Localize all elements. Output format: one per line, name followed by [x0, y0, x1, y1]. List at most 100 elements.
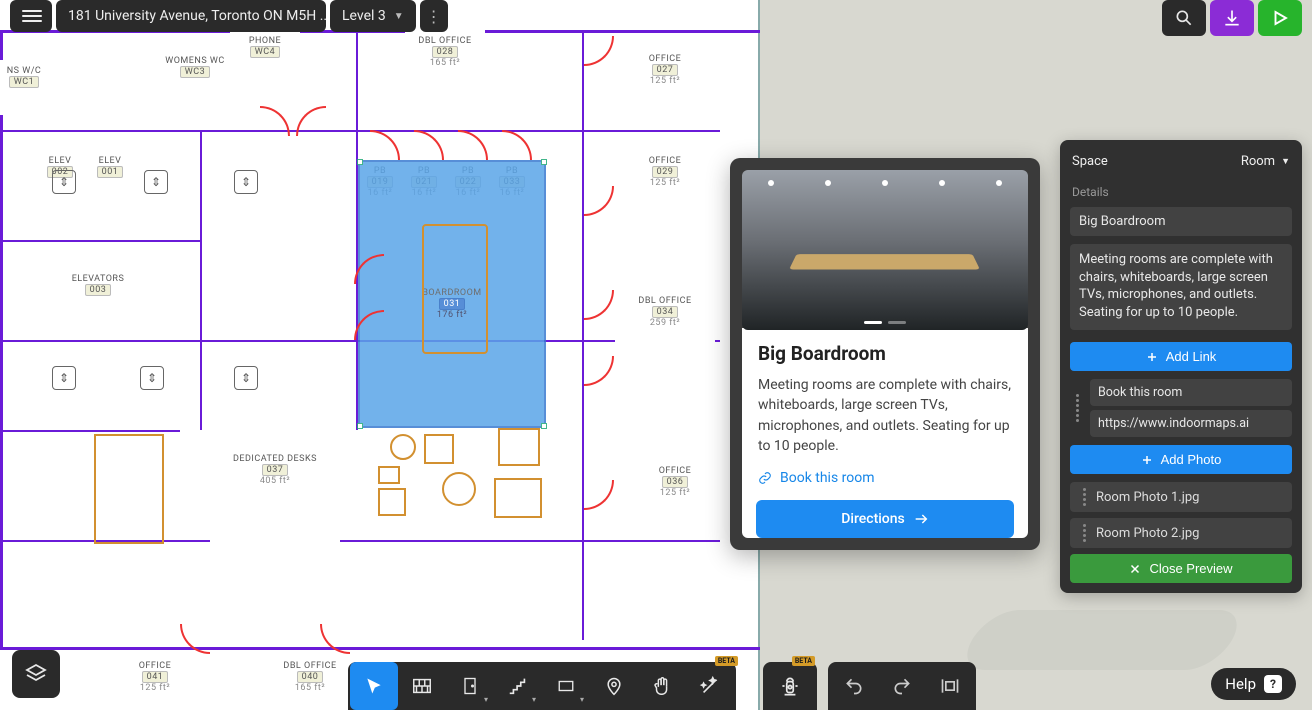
link-item[interactable]	[1070, 379, 1292, 437]
grid-icon	[411, 675, 433, 697]
link-icon	[758, 471, 772, 485]
photo-filename: Room Photo 2.jpg	[1096, 526, 1199, 541]
add-link-button[interactable]: Add Link	[1070, 342, 1292, 371]
arrow-right-icon	[913, 511, 929, 527]
pin-tool[interactable]	[590, 662, 638, 710]
hand-icon	[651, 675, 673, 697]
directions-button[interactable]: Directions	[756, 500, 1014, 538]
magic-tool[interactable]: BETA	[686, 662, 734, 710]
top-right-toolbar	[1162, 0, 1302, 36]
elevator-icon: ⇕	[234, 366, 258, 390]
download-button[interactable]	[1210, 0, 1254, 36]
room-037[interactable]: DEDICATED DESKS037405 ft²	[210, 448, 340, 548]
room-info-card: Big Boardroom Meeting rooms are complete…	[730, 158, 1040, 550]
stairs-tool[interactable]: ▾	[494, 662, 542, 710]
drag-handle-icon[interactable]	[1078, 488, 1090, 506]
level-selector[interactable]: Level 3 ▼	[330, 0, 416, 32]
card-title: Big Boardroom	[758, 342, 1012, 365]
room-028[interactable]: DBL OFFICE028165 ft²	[405, 30, 485, 100]
fit-icon	[939, 676, 961, 696]
publish-button[interactable]	[1258, 0, 1302, 36]
link-url-input[interactable]	[1090, 410, 1292, 437]
room-040[interactable]: DBL OFFICE040165 ft²	[260, 655, 360, 710]
photo-item[interactable]: Room Photo 2.jpg	[1070, 518, 1292, 548]
space-name-input[interactable]	[1070, 207, 1292, 236]
pan-tool[interactable]	[638, 662, 686, 710]
book-room-link[interactable]: Book this room	[758, 470, 1012, 486]
safety-tool[interactable]: BETA	[763, 662, 817, 710]
elevator-icon: ⇕	[52, 170, 76, 194]
beta-badge: BETA	[715, 656, 738, 666]
drag-handle-icon[interactable]	[1070, 379, 1084, 437]
close-icon	[1129, 563, 1141, 575]
card-description: Meeting rooms are complete with chairs, …	[758, 375, 1012, 456]
add-photo-button[interactable]: Add Photo	[1070, 445, 1292, 474]
add-link-label: Add Link	[1166, 349, 1217, 364]
card-link-label: Book this room	[780, 470, 875, 486]
room-041[interactable]: OFFICE041125 ft²	[110, 655, 200, 710]
door-tool[interactable]: ▾	[446, 662, 494, 710]
elevator-icon: ⇕	[234, 170, 258, 194]
room-WC3[interactable]: WOMENS WCWC3	[140, 50, 250, 105]
fire-hydrant-icon	[777, 673, 803, 699]
search-button[interactable]	[1162, 0, 1206, 36]
boardroom-table-furniture	[422, 224, 488, 354]
address-selector[interactable]: 181 University Avenue, Toronto ON M5H ..…	[56, 0, 326, 32]
room-027[interactable]: OFFICE027125 ft²	[620, 48, 710, 128]
chevron-down-icon: ▼	[394, 11, 404, 22]
play-icon	[1271, 9, 1289, 27]
photo-carousel-dots[interactable]	[742, 321, 1028, 324]
space-type-selector[interactable]: Room ▼	[1241, 154, 1290, 169]
space-description-input[interactable]	[1070, 244, 1292, 330]
pin-icon	[604, 675, 624, 697]
download-icon	[1222, 8, 1242, 28]
close-preview-button[interactable]: Close Preview	[1070, 554, 1292, 583]
header-bar: 181 University Avenue, Toronto ON M5H ..…	[10, 0, 448, 32]
room-WC1[interactable]: NS W/CWC1	[0, 60, 48, 115]
more-menu-button[interactable]: ⋮	[420, 0, 448, 32]
room-036[interactable]: OFFICE036125 ft²	[630, 460, 720, 540]
directions-label: Directions	[841, 511, 905, 527]
help-button[interactable]: Help ?	[1211, 668, 1296, 700]
room-001[interactable]: ELEV001	[80, 150, 140, 218]
cursor-icon	[364, 676, 384, 696]
link-title-input[interactable]	[1090, 379, 1292, 406]
level-label: Level 3	[342, 8, 386, 24]
panel-header-label: Space	[1072, 154, 1108, 169]
help-label: Help	[1225, 675, 1256, 693]
fit-view-button[interactable]	[926, 662, 974, 710]
elevator-icon: ⇕	[140, 366, 164, 390]
floorplan-canvas[interactable]: PHONEWC4DBL OFFICE028165 ft²OFFICE027125…	[0, 0, 760, 710]
map-road	[955, 610, 1250, 670]
door-icon	[460, 675, 480, 697]
rectangle-tool[interactable]: ▾	[542, 662, 590, 710]
add-photo-label: Add Photo	[1161, 452, 1222, 467]
details-section-label: Details	[1072, 185, 1292, 199]
space-type-value: Room	[1241, 154, 1275, 169]
beta-badge: BETA	[792, 656, 815, 666]
undo-icon	[843, 676, 865, 696]
close-preview-label: Close Preview	[1149, 561, 1232, 576]
select-tool[interactable]	[350, 662, 398, 710]
history-toolbar	[828, 662, 976, 710]
room-034[interactable]: DBL OFFICE034259 ft²	[615, 290, 715, 380]
room-003[interactable]: ELEVATORS003	[56, 268, 140, 332]
layers-button[interactable]	[12, 650, 60, 698]
hamburger-menu-button[interactable]	[10, 0, 52, 32]
properties-panel: Space Room ▼ Details Add Link Add Photo …	[1060, 140, 1302, 593]
chevron-down-icon: ▼	[1281, 156, 1290, 167]
rectangle-icon	[555, 677, 577, 695]
photo-item[interactable]: Room Photo 1.jpg	[1070, 482, 1292, 512]
undo-button[interactable]	[830, 662, 878, 710]
hamburger-icon	[22, 10, 42, 22]
layers-icon	[24, 662, 48, 686]
drag-handle-icon[interactable]	[1078, 524, 1090, 542]
room-photo[interactable]	[742, 170, 1028, 330]
drawing-toolbar: ▾ ▾ ▾ BETA	[348, 662, 736, 710]
room-029[interactable]: OFFICE029125 ft²	[620, 150, 710, 230]
help-icon: ?	[1264, 675, 1282, 693]
photo-filename: Room Photo 1.jpg	[1096, 490, 1199, 505]
wall-tool[interactable]	[398, 662, 446, 710]
stairs-icon	[507, 675, 529, 697]
redo-button[interactable]	[878, 662, 926, 710]
